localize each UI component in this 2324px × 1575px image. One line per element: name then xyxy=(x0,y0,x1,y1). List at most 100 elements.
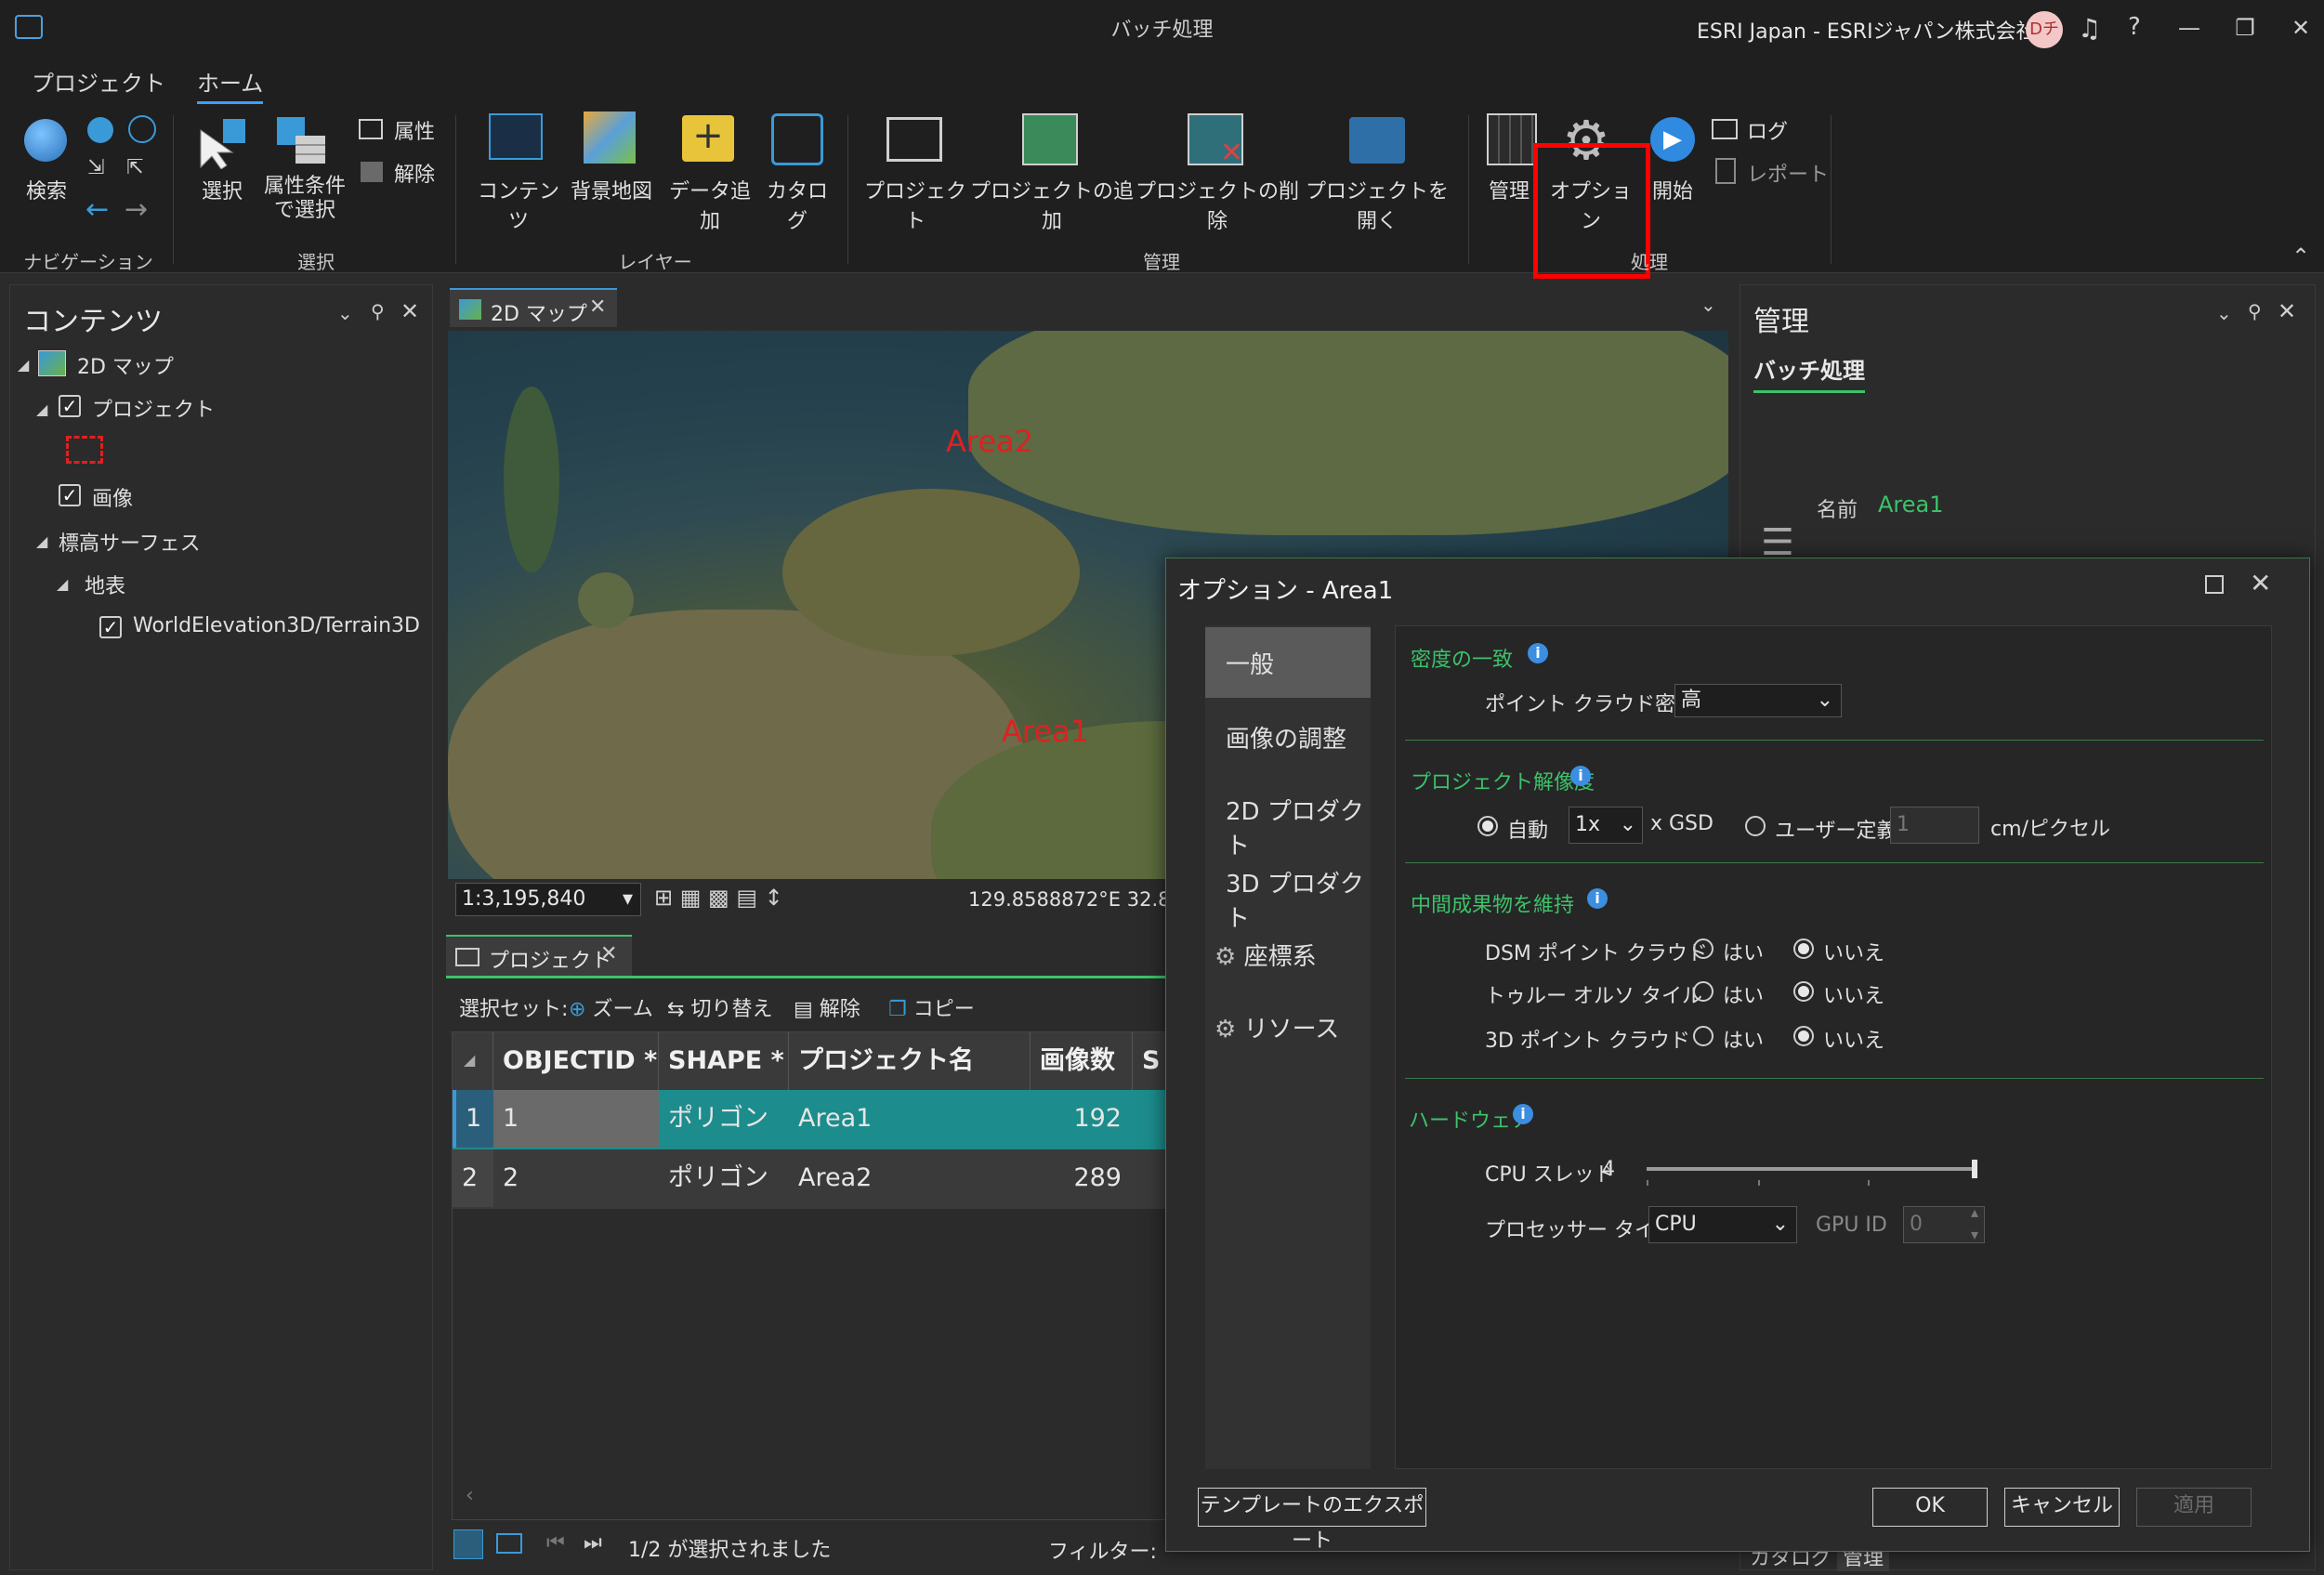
show-all-icon[interactable] xyxy=(453,1529,483,1559)
close-icon[interactable]: ✕ xyxy=(2278,298,2296,324)
pin-icon[interactable]: ⚲ xyxy=(2248,300,2262,322)
map-tab[interactable]: 2D マップ ✕ xyxy=(450,288,617,327)
3d-yes-radio[interactable] xyxy=(1693,1026,1713,1046)
maximize-icon[interactable] xyxy=(2205,575,2224,594)
attributes-button[interactable]: 属性 xyxy=(394,115,435,145)
nav-2d-products[interactable]: 2D プロダクト xyxy=(1226,793,1371,861)
processor-type-select[interactable]: CPU ⌄ xyxy=(1648,1206,1797,1243)
slider-handle[interactable] xyxy=(1972,1160,1977,1178)
start-button[interactable]: 開始 xyxy=(1647,175,1699,204)
full-extent-icon[interactable] xyxy=(87,117,113,143)
scroll-left-icon[interactable]: ‹ xyxy=(466,1484,474,1507)
apply-button[interactable]: 適用 xyxy=(2136,1488,2252,1527)
scale-select[interactable]: 1:3,195,840 ▾ xyxy=(455,883,641,916)
back-arrow-icon[interactable]: ← xyxy=(85,193,109,226)
ortho-yes-radio[interactable] xyxy=(1693,981,1713,1002)
tab-home[interactable]: ホーム xyxy=(197,65,264,104)
cell-shape[interactable]: ポリゴン xyxy=(659,1090,789,1148)
minimize-icon[interactable]: — xyxy=(2171,11,2208,45)
info-icon[interactable]: i xyxy=(1528,643,1548,663)
search-button[interactable]: 検索 xyxy=(19,175,74,204)
close-tab-icon[interactable]: ✕ xyxy=(589,295,606,319)
column-header-shape[interactable]: SHAPE * xyxy=(659,1032,789,1090)
avatar[interactable]: Dチ xyxy=(2026,11,2063,48)
nav-resources[interactable]: ⚙ リソース xyxy=(1215,1010,1339,1044)
process-manage-button[interactable]: 管理 xyxy=(1481,175,1537,204)
3d-no-radio[interactable] xyxy=(1793,1026,1814,1046)
help-icon[interactable]: ? xyxy=(2128,13,2141,41)
log-button[interactable]: ログ xyxy=(1747,115,1788,145)
nav-image-adjust[interactable]: 画像の調整 xyxy=(1226,720,1346,755)
expand-icon[interactable]: ◢ xyxy=(57,575,68,593)
tab-batch[interactable]: バッチ処理 xyxy=(1753,352,1865,393)
collapse-ribbon-icon[interactable]: ⌃ xyxy=(2291,243,2310,269)
map-tools-icon[interactable]: ⊞ ▦ ▩ ▤ ↕ xyxy=(654,885,783,911)
switch-button[interactable]: ⇆ 切り替え xyxy=(667,992,772,1022)
bell-icon[interactable]: ♫ xyxy=(2078,13,2101,44)
close-tab-icon[interactable]: ✕ xyxy=(600,942,617,965)
last-record-icon[interactable]: ⏭ xyxy=(584,1531,602,1555)
delete-project-button[interactable]: プロジェクトの削除 xyxy=(1136,175,1299,234)
panel-menu-icon[interactable]: ⌄ xyxy=(337,302,353,324)
tree-item-terrain[interactable]: WorldElevation3D/Terrain3D xyxy=(133,614,420,637)
basemap-button[interactable]: 背景地図 xyxy=(565,175,658,204)
ok-button[interactable]: OK xyxy=(1872,1488,1988,1527)
tree-item-map[interactable]: 2D マップ xyxy=(77,350,174,380)
export-template-button[interactable]: テンプレートのエクスポート xyxy=(1198,1488,1426,1553)
nav-3d-products[interactable]: 3D プロダクト xyxy=(1226,865,1371,934)
open-project-button[interactable]: プロジェクトを開く xyxy=(1301,175,1453,234)
column-header-objectid[interactable]: OBJECTID * xyxy=(493,1032,659,1093)
select-button[interactable]: 選択 xyxy=(191,175,253,204)
column-header-images[interactable]: 画像数 xyxy=(1031,1032,1133,1090)
ortho-no-radio[interactable] xyxy=(1793,981,1814,1002)
show-selected-icon[interactable] xyxy=(496,1533,522,1554)
add-project-button[interactable]: プロジェクトの追加 xyxy=(970,175,1134,234)
zoom-icon[interactable] xyxy=(128,115,156,143)
first-record-icon[interactable]: ⏮ xyxy=(546,1531,565,1555)
tree-item-ground[interactable]: 地表 xyxy=(85,570,125,599)
cpu-threads-slider[interactable] xyxy=(1647,1160,1977,1178)
cell-images[interactable]: 192 xyxy=(1031,1090,1133,1148)
project-button[interactable]: プロジェクト xyxy=(864,175,966,234)
cancel-button[interactable]: キャンセル xyxy=(2004,1488,2120,1527)
table-row[interactable]: 2 2 ポリゴン Area2 289 xyxy=(453,1149,1174,1209)
custom-resolution-input[interactable]: 1 xyxy=(1890,807,1979,844)
tree-item-image[interactable]: 画像 xyxy=(92,482,133,512)
add-data-button[interactable]: データ追加 xyxy=(662,175,758,234)
cell-name[interactable]: Area2 xyxy=(789,1149,1031,1207)
tree-item-project[interactable]: プロジェクト xyxy=(92,393,215,423)
column-header-name[interactable]: プロジェクト名 xyxy=(789,1032,1031,1090)
dsm-yes-radio[interactable] xyxy=(1693,938,1713,959)
expand-icon[interactable]: ◢ xyxy=(18,356,29,374)
cell-shape[interactable]: ポリゴン xyxy=(659,1149,789,1207)
expand-icon[interactable]: ◢ xyxy=(36,400,47,418)
table-tab[interactable]: プロジェクト ✕ xyxy=(446,935,632,976)
gsd-select[interactable]: 1x ⌄ xyxy=(1569,807,1643,844)
fixed-zoom-out-icon[interactable]: ⇱ xyxy=(126,156,143,179)
cell-objectid[interactable]: 2 xyxy=(493,1149,659,1207)
custom-radio[interactable] xyxy=(1745,816,1766,836)
stepper-arrows-icon[interactable]: ▴ ▾ xyxy=(1971,1201,1978,1246)
forward-arrow-icon[interactable]: → xyxy=(125,193,148,226)
tab-project[interactable]: プロジェクト xyxy=(32,65,165,98)
select-all-corner[interactable]: ◢ xyxy=(453,1032,493,1090)
auto-radio[interactable] xyxy=(1477,816,1498,836)
table-row[interactable]: 1 1 ポリゴン Area1 192 xyxy=(453,1090,1174,1149)
nav-general[interactable]: 一般 xyxy=(1205,627,1371,698)
project-layer-checkbox[interactable]: ✓ xyxy=(59,395,81,417)
clear-button[interactable]: ▤ 解除 xyxy=(794,992,860,1022)
point-cloud-density-select[interactable]: 高 ⌄ xyxy=(1674,684,1842,717)
fixed-zoom-in-icon[interactable]: ⇲ xyxy=(87,156,104,179)
zoom-button[interactable]: ⊕ ズーム xyxy=(569,992,653,1022)
tree-item-elevation[interactable]: 標高サーフェス xyxy=(59,527,201,557)
dsm-no-radio[interactable] xyxy=(1793,938,1814,959)
nav-coordinate-system[interactable]: ⚙ 座標系 xyxy=(1215,938,1317,972)
info-icon[interactable]: i xyxy=(1570,766,1591,786)
gpu-id-stepper[interactable]: 0 ▴ ▾ xyxy=(1903,1203,1985,1243)
report-button[interactable]: レポート xyxy=(1747,158,1829,188)
image-layer-checkbox[interactable]: ✓ xyxy=(59,484,81,506)
tab-menu-icon[interactable]: ⌄ xyxy=(1700,294,1716,316)
pin-icon[interactable]: ⚲ xyxy=(371,300,385,322)
cell-images[interactable]: 289 xyxy=(1031,1149,1133,1207)
close-icon[interactable]: ✕ xyxy=(400,298,419,324)
